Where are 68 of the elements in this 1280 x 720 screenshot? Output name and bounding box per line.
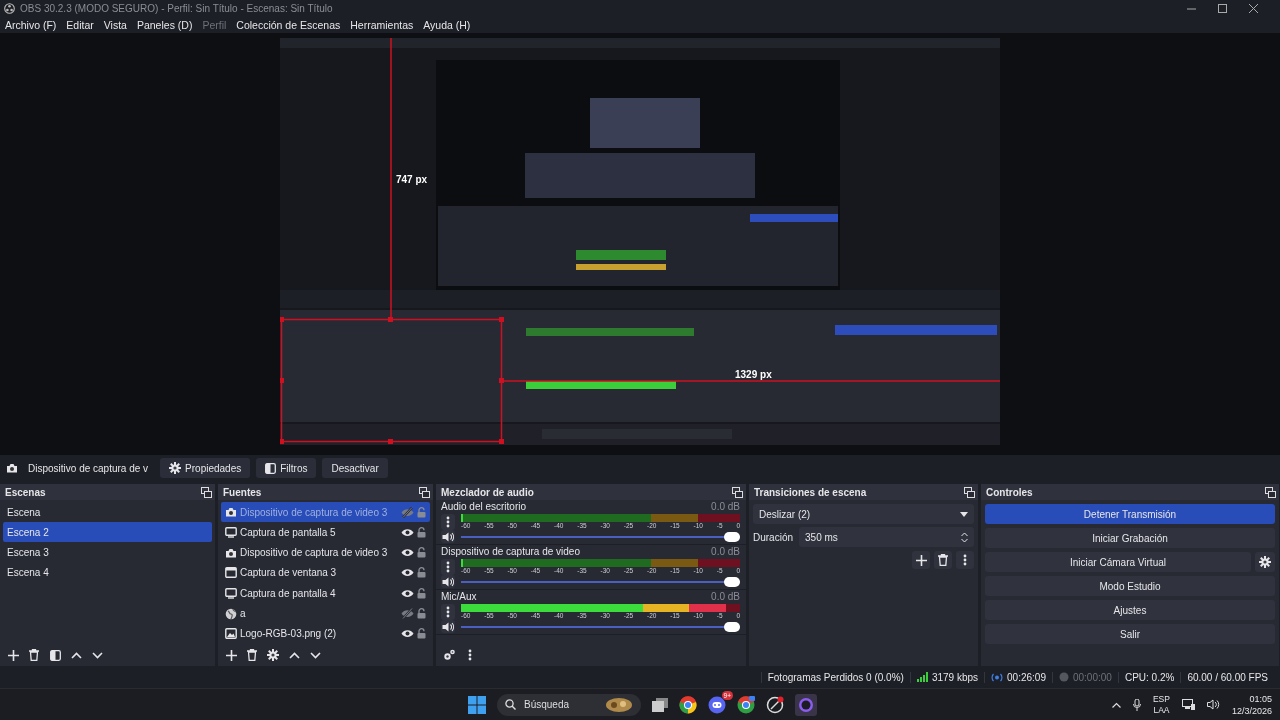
source-name: a	[240, 608, 247, 620]
channel-name: Mic/Aux	[441, 591, 477, 604]
dropped-frames: Fotogramas Perdidos 0 (0.0%)	[767, 671, 904, 683]
menu-item[interactable]: Archivo (F)	[5, 18, 57, 31]
transition-dropdown[interactable]: Deslizar (2)	[753, 504, 974, 524]
channel-name: Audio del escritorio	[441, 501, 527, 514]
clock[interactable]: 01:05 12/3/2026	[1231, 692, 1272, 717]
control-button[interactable]: Detener Transmisión	[985, 504, 1275, 524]
scene-item[interactable]: Escena	[3, 502, 212, 522]
bitrate: 3179 kbps	[931, 671, 979, 683]
volume-reading: 0.0 dB	[711, 501, 740, 514]
menu-item[interactable]: Editar	[66, 18, 94, 31]
duration-value: 350 ms	[805, 531, 838, 543]
menu-item[interactable]: Paneles (D)	[136, 18, 193, 31]
dock-title: Escenas	[5, 486, 46, 498]
control-button[interactable]: Salir	[985, 624, 1275, 644]
channel-name: Dispositivo de captura de video	[441, 546, 580, 559]
source-name: Captura de pantalla 4	[240, 587, 337, 599]
source-name: Dispositivo de captura de video 3	[240, 506, 389, 518]
duration-field[interactable]: 350 ms	[799, 527, 974, 547]
duration-label: Duración	[753, 531, 794, 543]
window-title: OBS 30.2.3 (MODO SEGURO) - Perfil: Sin Título - Escenas: Sin Título	[20, 2, 334, 14]
control-button[interactable]: Iniciar Grabación	[985, 528, 1275, 548]
source-item[interactable]: Captura de pantalla 5	[221, 522, 430, 543]
dock-title: Transiciones de escena	[754, 486, 867, 498]
volume-reading: 0.0 dB	[711, 546, 740, 559]
scene-item[interactable]: Escena 4	[3, 562, 212, 582]
input-language[interactable]: ESP LAA	[1152, 693, 1170, 716]
keyboard-layout: LAA	[1153, 704, 1170, 716]
menu-item[interactable]: Herramientas	[350, 18, 414, 31]
source-name: Logo-RGB-03.png (2)	[240, 628, 338, 640]
source-item[interactable]: Dispositivo de captura de video 3	[221, 502, 430, 523]
source-name: Captura de pantalla 5	[240, 526, 337, 538]
guide-label: 747 px	[396, 174, 428, 185]
source-name: Captura de ventana 3	[240, 567, 338, 579]
menu-item[interactable]: Ayuda (H)	[423, 18, 471, 31]
menu-item[interactable]: Vista	[103, 18, 127, 31]
cpu-usage: CPU: 0.2%	[1124, 671, 1175, 683]
source-item[interactable]: Logo-RGB-03.png (2)	[221, 623, 430, 644]
dock-title: Mezclador de audio	[441, 486, 534, 498]
language-code: ESP	[1152, 693, 1170, 705]
clock-date: 12/3/2026	[1231, 704, 1272, 717]
control-button[interactable]: Modo Estudio	[985, 576, 1275, 596]
search-placeholder: Búsqueda	[524, 699, 571, 710]
deactivate-button[interactable]: Desactivar	[322, 458, 388, 478]
control-button[interactable]: Ajustes	[985, 600, 1275, 620]
source-item[interactable]: Captura de ventana 3	[221, 562, 430, 584]
control-button[interactable]: Iniciar Cámara Virtual	[985, 552, 1251, 572]
source-item[interactable]: a	[221, 603, 430, 624]
record-time: 00:00:00	[1072, 671, 1112, 683]
volume-reading: 0.0 dB	[711, 591, 740, 604]
clock-time: 01:05	[1249, 692, 1272, 705]
dropdown-value: Deslizar (2)	[759, 508, 811, 520]
guide-label: 1329 px	[735, 369, 772, 380]
properties-button[interactable]: Propiedades	[160, 458, 251, 478]
dock-title: Fuentes	[223, 486, 262, 498]
source-item[interactable]: Dispositivo de captura de video 3	[221, 542, 430, 563]
search-box[interactable]: Búsqueda	[497, 693, 641, 716]
source-name: Dispositivo de captura de video 3	[240, 547, 389, 559]
dock-title: Controles	[986, 486, 1033, 498]
stream-time: 00:26:09	[1007, 671, 1046, 683]
source-item[interactable]: Captura de pantalla 4	[221, 583, 430, 604]
filters-button[interactable]: Filtros	[256, 458, 317, 478]
frame-rate: 60.00 / 60.00 FPS	[1187, 671, 1268, 683]
scene-item[interactable]: Escena 3	[3, 542, 212, 562]
scene-item[interactable]: Escena 2	[3, 522, 212, 542]
menu-item[interactable]: Colección de Escenas	[236, 18, 341, 31]
source-name: Dispositivo de captura de v	[28, 462, 149, 474]
